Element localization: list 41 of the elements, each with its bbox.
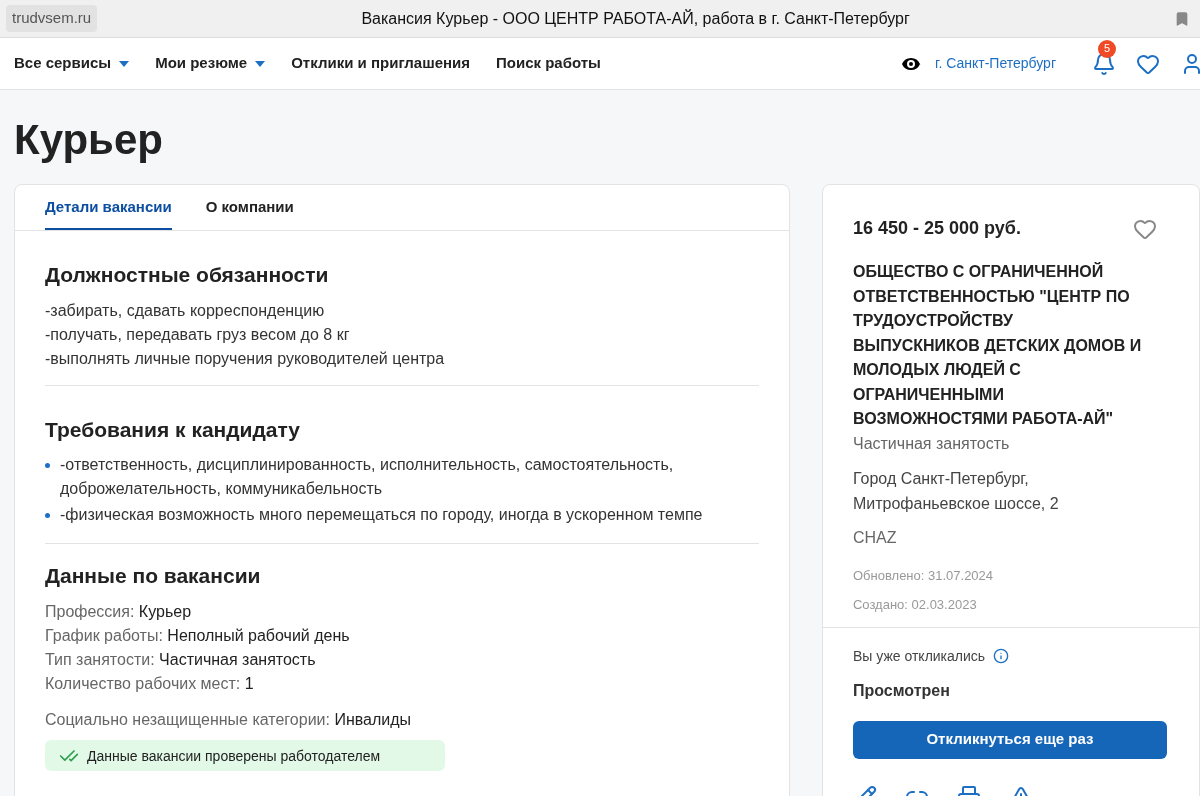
notice-text: Данные вакансии проверены работодателем: [87, 746, 381, 766]
vacancy-field: Профессия: Курьер: [45, 599, 759, 624]
vacancy-title: Курьер: [13, 115, 164, 165]
bullet-icon: [45, 463, 50, 468]
company-name: ОБЩЕСТВО С ОГРАНИЧЕННОЙ ОТВЕТСТВЕННОСТЬЮ "ЦЕНТР ПО ТРУДОУСТРОЙСТВУ ВЫПУСКНИКОВ ДЕТСКИХ ДОМОВ И МОЛОДЫХ ЛЮДЕЙ С ОГРАНИЧЕННЫМИ ВОЗМОЖНОСТЯМИ РАБОТА-АЙ": [852, 261, 1143, 429]
notification-badge: 5: [1098, 39, 1116, 58]
respond-again-button[interactable]: Откликнуться еще раз: [852, 720, 1167, 759]
created-date: Создано: 02.03.2023: [852, 596, 978, 614]
requirement-text: -физическая возможность много перемещаться по городу, иногда в ускоренном темпе: [60, 505, 703, 525]
duty-text: -получать, передавать груз весом до 8 кг: [45, 324, 351, 345]
updated-date: Обновлено: 31.07.2024: [852, 566, 995, 585]
vacancy-field: График работы: Неполный рабочий день: [45, 623, 759, 648]
tab[interactable]: Детали вакансии: [45, 195, 172, 230]
section-heading: Должностные обязанности: [45, 262, 330, 288]
section-heading: Требования к кандидату: [45, 416, 301, 443]
salary-text: 16 450 - 25 000 руб.: [852, 217, 1021, 240]
caret-icon: [255, 60, 266, 67]
page-title: Вакансия Курьер - ООО ЦЕНТР РАБОТА-АЙ, работа в г. Санкт-Петербург: [360, 8, 911, 29]
city-link[interactable]: г. Санкт-Петербург: [935, 53, 1056, 74]
duty-text: -выполнять личные поручения руководителей центра: [45, 348, 446, 369]
address-text: Город Санкт-Петербург, Митрофаньевское шоссе, 2: [852, 468, 1060, 514]
responded-text: Вы уже откликались: [852, 646, 986, 666]
tab[interactable]: О компании: [205, 195, 294, 230]
nav-item[interactable]: Мои резюме: [155, 52, 266, 75]
url-domain[interactable]: trudvsem.ru: [6, 5, 98, 32]
vacancy-field: Социально незащищенные категории: Инвалиды: [45, 707, 759, 732]
nav-item[interactable]: Все сервисы: [14, 52, 130, 75]
duty-text: -забирать, сдавать корреспонденцию: [45, 300, 326, 321]
code-text: CHAZ: [852, 527, 898, 548]
info-icon[interactable]: [993, 648, 1010, 664]
nav-item[interactable]: Отклики и приглашения: [291, 52, 470, 75]
vacancy-field: Количество рабочих мест: 1: [45, 671, 759, 696]
section-heading: Данные по вакансии: [45, 563, 262, 589]
status-text: Просмотрен: [852, 680, 951, 701]
bullet-icon: [45, 513, 50, 518]
employment-text: Частичная занятость: [852, 433, 1011, 454]
caret-icon: [119, 60, 130, 67]
nav-item[interactable]: Поиск работы: [496, 52, 601, 75]
bookmark-icon[interactable]: [1174, 10, 1190, 27]
vacancy-field: Тип занятости: Частичная занятость: [45, 647, 759, 672]
requirement-text: -ответственность, дисциплинированность, исполнительность, самостоятельность, доброжелательность, коммуникабельность: [60, 455, 675, 499]
